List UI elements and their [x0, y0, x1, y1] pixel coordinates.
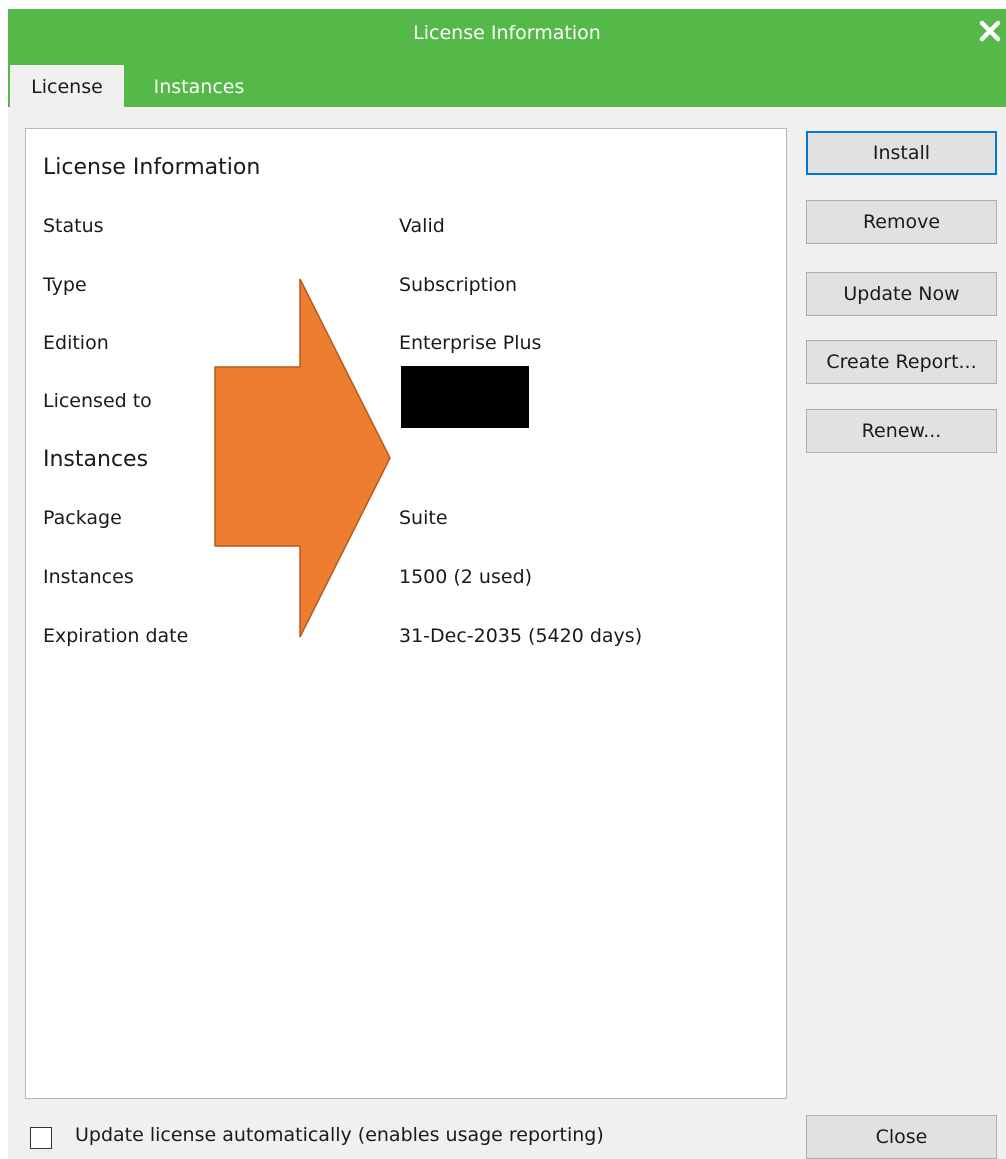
- auto-update-label: Update license automatically (enables us…: [75, 1124, 604, 1146]
- status-label: Status: [43, 215, 104, 237]
- renew-button[interactable]: Renew...: [806, 409, 997, 453]
- dialog-title: License Information: [413, 22, 601, 44]
- remove-button[interactable]: Remove: [806, 200, 997, 244]
- edition-label: Edition: [43, 332, 109, 354]
- license-information-heading: License Information: [43, 155, 261, 180]
- install-button[interactable]: Install: [806, 131, 997, 175]
- package-label: Package: [43, 507, 122, 529]
- license-details-panel: License Information Status Valid Type Su…: [25, 128, 787, 1099]
- type-value: Subscription: [399, 274, 518, 296]
- expiration-date-label: Expiration date: [43, 625, 189, 647]
- orange-arrow-annotation: [214, 278, 391, 638]
- status-value: Valid: [399, 215, 445, 237]
- edition-value: Enterprise Plus: [399, 332, 542, 354]
- create-report-button[interactable]: Create Report...: [806, 340, 997, 384]
- licensed-to-label: Licensed to: [43, 390, 152, 412]
- type-label: Type: [43, 274, 87, 296]
- license-information-dialog: License Information License Instances Li…: [8, 9, 1006, 1159]
- licensed-to-redaction: [401, 366, 529, 428]
- update-now-button[interactable]: Update Now: [806, 272, 997, 316]
- instances-heading: Instances: [43, 447, 149, 472]
- tab-instances[interactable]: Instances: [134, 67, 264, 107]
- expiration-date-value: 31-Dec-2035 (5420 days): [399, 625, 643, 647]
- close-button[interactable]: Close: [806, 1115, 997, 1159]
- package-value: Suite: [399, 507, 448, 529]
- title-bar: License Information License Instances: [8, 9, 1006, 109]
- instances-value: 1500 (2 used): [399, 566, 533, 588]
- auto-update-checkbox[interactable]: [30, 1127, 52, 1149]
- tab-license[interactable]: License: [10, 65, 124, 109]
- close-icon[interactable]: [978, 19, 1002, 43]
- instances-label: Instances: [43, 566, 134, 588]
